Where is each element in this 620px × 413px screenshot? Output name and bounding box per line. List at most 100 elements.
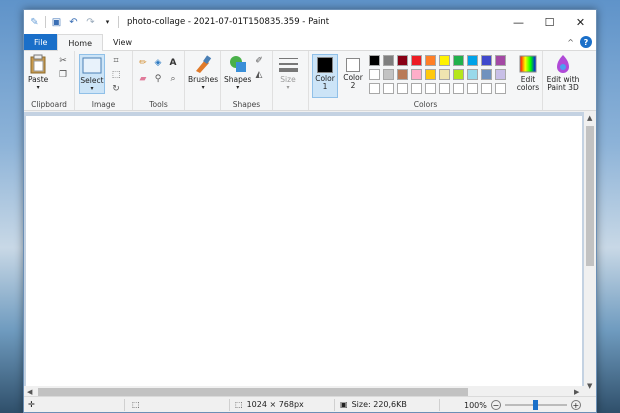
color-swatch[interactable] xyxy=(397,83,408,94)
color-swatch[interactable] xyxy=(467,69,478,80)
paint-app-icon[interactable]: ✎ xyxy=(28,16,41,29)
image-dimensions: ⬚ 1024 × 768px xyxy=(235,400,304,409)
maximize-button[interactable]: ☐ xyxy=(534,10,565,34)
paste-button[interactable]: Paste ▾ xyxy=(28,54,48,92)
color-swatch[interactable] xyxy=(495,69,506,80)
color-swatch[interactable] xyxy=(481,69,492,80)
status-bar: ✛ ⬚ ⬚ 1024 × 768px ▣ Size: 220,6KB 100% … xyxy=(24,396,596,412)
color-swatch[interactable] xyxy=(383,55,394,66)
qat-separator xyxy=(45,16,46,28)
color-swatch[interactable] xyxy=(481,83,492,94)
close-button[interactable]: ✕ xyxy=(565,10,596,34)
paste-label: Paste xyxy=(28,75,49,84)
zoom-controls: 100% − + xyxy=(464,400,581,410)
shapes-label: Shapes xyxy=(224,75,252,84)
outline-icon[interactable]: ✐ xyxy=(253,55,265,67)
eraser-icon[interactable]: ▰ xyxy=(137,73,149,85)
disk-icon: ▣ xyxy=(340,400,348,409)
copy-icon[interactable]: ❐ xyxy=(57,69,69,81)
color-swatch[interactable] xyxy=(425,69,436,80)
ribbon-tabs: File Home View ^ ? xyxy=(24,34,596,51)
cursor-position-icon: ✛ xyxy=(28,400,35,409)
color-swatch[interactable] xyxy=(453,83,464,94)
brushes-button[interactable]: Brushes ▾ xyxy=(188,54,218,92)
canvas-area xyxy=(24,112,586,394)
help-button[interactable]: ? xyxy=(580,36,592,48)
text-icon[interactable]: A xyxy=(167,57,179,69)
tab-file[interactable]: File xyxy=(24,34,58,50)
color-swatch[interactable] xyxy=(383,69,394,80)
resize-icon[interactable]: ⬚ xyxy=(110,69,122,81)
vertical-scroll-thumb[interactable] xyxy=(586,126,594,266)
color-swatch[interactable] xyxy=(467,83,478,94)
status-separator xyxy=(334,399,335,411)
edit-with-paint3d-button[interactable]: Edit with Paint 3D xyxy=(545,54,581,92)
paint-window: ✎ ▣ ↶ ↷ ▾ photo-collage - 2021-07-01T150… xyxy=(23,9,597,413)
paint3d-icon xyxy=(553,54,573,74)
paste-icon xyxy=(28,54,48,74)
zoom-slider[interactable] xyxy=(504,400,567,410)
color-swatch[interactable] xyxy=(467,55,478,66)
cut-icon[interactable]: ✂ xyxy=(57,55,69,67)
color-swatch[interactable] xyxy=(369,55,380,66)
color-swatch[interactable] xyxy=(439,83,450,94)
zoom-slider-thumb[interactable] xyxy=(533,400,539,410)
color-swatch[interactable] xyxy=(411,55,422,66)
undo-icon[interactable]: ↶ xyxy=(67,16,80,29)
scroll-down-icon[interactable]: ▼ xyxy=(587,382,592,390)
ribbon: Paste ▾ ✂ ❐ Clipboard Select ▾ ⌗ ⬚ ↻ Ima… xyxy=(24,51,596,111)
color-swatch[interactable] xyxy=(439,69,450,80)
color-swatch[interactable] xyxy=(383,83,394,94)
pencil-icon[interactable]: ✏ xyxy=(137,57,149,69)
scroll-left-icon[interactable]: ◀ xyxy=(27,388,32,396)
edit-colors-label: Edit colors xyxy=(516,75,540,92)
size-button[interactable]: Size ▾ xyxy=(278,54,298,92)
drawing-canvas[interactable] xyxy=(26,116,582,394)
color-swatch[interactable] xyxy=(369,83,380,94)
color-swatch[interactable] xyxy=(495,83,506,94)
magnifier-icon[interactable]: ⌕ xyxy=(167,73,179,85)
crop-icon[interactable]: ⌗ xyxy=(110,55,122,67)
collapse-ribbon-icon[interactable]: ^ xyxy=(567,38,574,47)
rotate-icon[interactable]: ↻ xyxy=(110,83,122,95)
color-picker-icon[interactable]: ⚲ xyxy=(152,73,164,85)
color-swatch[interactable] xyxy=(453,69,464,80)
scroll-up-icon[interactable]: ▲ xyxy=(587,114,592,122)
zoom-level: 100% xyxy=(464,400,487,410)
horizontal-scroll-thumb[interactable] xyxy=(38,388,468,396)
redo-icon[interactable]: ↷ xyxy=(84,16,97,29)
color-swatch[interactable] xyxy=(495,55,506,66)
tab-view[interactable]: View xyxy=(103,34,142,50)
select-button[interactable]: Select ▾ xyxy=(79,54,105,94)
color2-button[interactable]: Color 2 xyxy=(341,54,365,90)
window-controls: — ☐ ✕ xyxy=(503,10,596,34)
shape-fill-icon[interactable]: ◭ xyxy=(253,69,265,81)
save-icon[interactable]: ▣ xyxy=(50,16,63,29)
group-shapes: Shapes ▾ ✐ ◭ Shapes xyxy=(221,51,273,110)
fill-icon[interactable]: ◈ xyxy=(152,57,164,69)
minimize-button[interactable]: — xyxy=(503,10,534,34)
color-swatch[interactable] xyxy=(425,55,436,66)
customize-qat-icon[interactable]: ▾ xyxy=(101,16,114,29)
scroll-right-icon[interactable]: ▶ xyxy=(574,388,579,396)
shapes-button[interactable]: Shapes ▾ xyxy=(224,54,251,92)
paint3d-label: Edit with Paint 3D xyxy=(546,75,580,92)
group-paint3d: Edit with Paint 3D xyxy=(543,51,583,110)
color-swatch[interactable] xyxy=(397,55,408,66)
color-swatch[interactable] xyxy=(481,55,492,66)
color-swatch[interactable] xyxy=(369,69,380,80)
color-swatch[interactable] xyxy=(453,55,464,66)
zoom-in-icon[interactable]: + xyxy=(570,400,581,410)
color-swatch[interactable] xyxy=(411,69,422,80)
vertical-scrollbar[interactable]: ▲ ▼ xyxy=(584,112,596,394)
color-swatch[interactable] xyxy=(397,69,408,80)
zoom-out-icon[interactable]: − xyxy=(490,400,501,410)
color1-button[interactable]: Color 1 xyxy=(312,54,338,98)
dimensions-icon: ⬚ xyxy=(235,400,243,409)
color-swatch[interactable] xyxy=(425,83,436,94)
dropdown-arrow-icon: ▾ xyxy=(201,84,205,91)
color-swatch[interactable] xyxy=(439,55,450,66)
edit-colors-button[interactable]: Edit colors xyxy=(515,54,541,92)
tab-home[interactable]: Home xyxy=(57,34,104,51)
color-swatch[interactable] xyxy=(411,83,422,94)
